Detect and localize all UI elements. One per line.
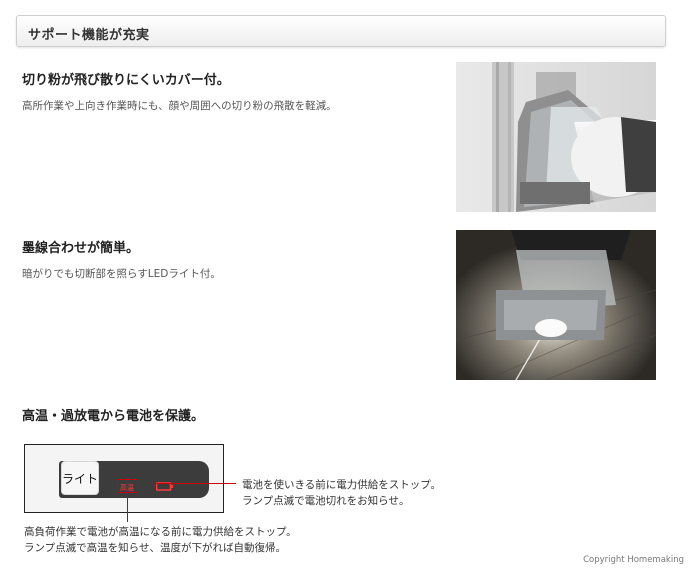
battery-callout-line2: ランプ点滅で電池切れをお知らせ。 bbox=[242, 495, 410, 507]
section-header: サポート機能が充実 bbox=[16, 15, 666, 47]
battery-callout-line1: 電池を使いきる前に電力供給をストップ。 bbox=[242, 479, 441, 491]
high-temp-indicator-highlight bbox=[117, 479, 138, 493]
feature-title-battery: 高温・過放電から電池を保護。 bbox=[22, 409, 205, 424]
battery-control-panel: ライト 高温 bbox=[24, 444, 224, 513]
battery-callout-text: 電池を使いきる前に電力供給をストップ。 ランプ点滅で電池切れをお知らせ。 bbox=[242, 477, 441, 509]
copyright: Copyright Homemaking bbox=[583, 555, 684, 565]
feature-desc-led: 暗がりでも切断部を照らすLEDライト付。 bbox=[22, 268, 221, 280]
led-light-photo bbox=[456, 230, 656, 380]
high-temp-callout-line bbox=[127, 492, 129, 522]
dust-cover-photo bbox=[456, 62, 656, 212]
section-title: サポート機能が充実 bbox=[28, 28, 150, 43]
battery-callout-line bbox=[156, 483, 236, 485]
feature-title-led: 墨線合わせが簡単。 bbox=[22, 241, 140, 256]
high-temp-callout-text: 高負荷作業で電池が高温になる前に電力供給をストップ。 ランプ点滅で高温を知らせ、… bbox=[24, 524, 297, 556]
light-button: ライト bbox=[61, 461, 99, 495]
high-temp-callout-line2: ランプ点滅で高温を知らせ、温度が下がれば自動復帰。 bbox=[24, 542, 286, 554]
feature-title-dust-cover: 切り粉が飛び散りにくいカバー付。 bbox=[22, 73, 230, 88]
high-temp-callout-line1: 高負荷作業で電池が高温になる前に電力供給をストップ。 bbox=[24, 526, 297, 538]
feature-desc-dust-cover: 高所作業や上向き作業時にも、顔や周囲への切り粉の飛散を軽減。 bbox=[22, 100, 337, 112]
